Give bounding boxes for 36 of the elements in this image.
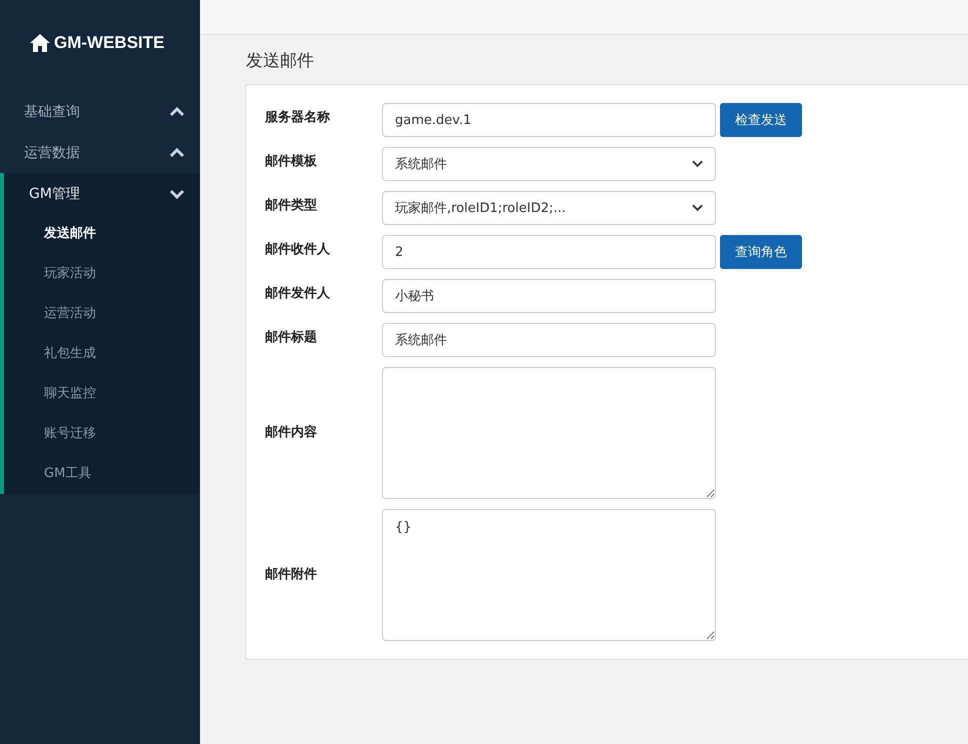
select-field[interactable]: 系统邮件 [382, 147, 716, 181]
submenu-item[interactable]: 运营活动 [4, 294, 200, 334]
submenu-item[interactable]: 账号迁移 [4, 414, 200, 454]
page-title: 发送邮件 [246, 50, 315, 72]
chevron-down-icon [692, 204, 703, 212]
field-label: 邮件附件 [265, 566, 318, 584]
input-field[interactable]: 2 [382, 235, 716, 269]
input-field[interactable]: 系统邮件 [382, 323, 716, 357]
home-icon [30, 34, 50, 52]
chevron-up-icon [170, 106, 184, 116]
input-field[interactable]: game.dev.1 [382, 103, 716, 137]
field-label: 邮件内容 [265, 424, 318, 442]
action-button[interactable]: 查询角色 [720, 235, 802, 269]
submenu-item[interactable]: 发送邮件 [4, 214, 200, 254]
field-label: 邮件模板 [265, 153, 318, 171]
submenu-item[interactable]: GM工具 [4, 454, 200, 494]
chevron-up-icon [170, 148, 184, 158]
field-label: 邮件发件人 [265, 285, 331, 303]
submenu-item[interactable]: 礼包生成 [4, 334, 200, 374]
chevron-down-icon [692, 160, 703, 168]
chevron-down-icon [170, 188, 184, 198]
field-label: 邮件标题 [265, 329, 318, 347]
text-area[interactable] [382, 367, 716, 499]
field-label: 邮件收件人 [265, 241, 331, 259]
field-label: 邮件类型 [265, 197, 318, 215]
submenu-item[interactable]: 玩家活动 [4, 254, 200, 294]
logo-text: GM-WEBSITE [54, 32, 164, 52]
action-button[interactable]: 检查发送 [720, 103, 802, 137]
field-label: 服务器名称 [265, 109, 331, 127]
menu-item[interactable]: GM管理 [4, 173, 200, 214]
menu-item[interactable]: 运营数据 [0, 132, 200, 173]
input-field[interactable]: 小秘书 [382, 279, 716, 313]
menu-item[interactable]: 基础查询 [0, 91, 200, 132]
text-area[interactable]: {} [382, 509, 716, 641]
submenu-item[interactable]: 聊天监控 [4, 374, 200, 414]
select-field[interactable]: 玩家邮件,roleID1;roleID2;... [382, 191, 716, 225]
